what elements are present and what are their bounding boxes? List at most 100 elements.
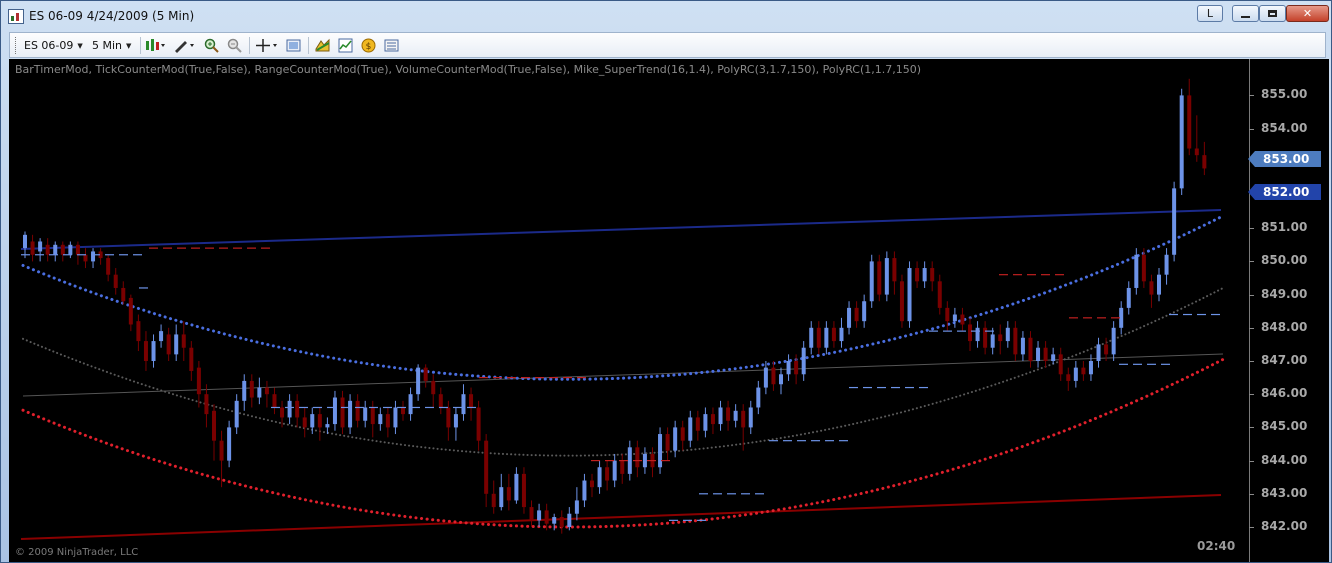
properties-icon[interactable] (286, 38, 301, 53)
candle-body[interactable] (733, 410, 738, 421)
candle-body[interactable] (491, 493, 496, 508)
toolbar-grip[interactable] (15, 37, 19, 54)
candle-body[interactable] (1058, 354, 1063, 375)
candle-body[interactable] (484, 440, 489, 494)
candle-body[interactable] (1028, 337, 1033, 361)
candle-body[interactable] (915, 268, 920, 282)
candle-body[interactable] (1088, 361, 1093, 375)
candle-body[interactable] (1073, 367, 1078, 381)
candle-body[interactable] (801, 347, 806, 375)
candle-body[interactable] (257, 387, 262, 398)
zoom-in-icon[interactable] (204, 38, 219, 53)
candle-body[interactable] (416, 367, 421, 395)
candle-body[interactable] (1043, 347, 1048, 361)
candle-body[interactable] (204, 394, 209, 415)
candle-body[interactable] (710, 414, 715, 425)
candle-body[interactable] (469, 394, 474, 408)
candle-body[interactable] (816, 327, 821, 348)
candle-body[interactable] (438, 394, 443, 408)
candle-body[interactable] (325, 424, 330, 428)
candle-body[interactable] (899, 281, 904, 322)
candle-body[interactable] (113, 274, 118, 288)
candle-body[interactable] (786, 361, 791, 375)
candle-body[interactable] (378, 414, 383, 425)
candle-body[interactable] (862, 301, 867, 322)
candle-body[interactable] (748, 407, 753, 428)
candle-body[interactable] (310, 414, 315, 428)
crosshair-icon[interactable] (255, 38, 279, 53)
candle-body[interactable] (726, 407, 731, 421)
candle-body[interactable] (756, 387, 761, 408)
candle-body[interactable] (38, 241, 43, 252)
candle-body[interactable] (453, 414, 458, 428)
candle-body[interactable] (552, 517, 557, 524)
candle-body[interactable] (892, 258, 897, 282)
candle-body[interactable] (612, 460, 617, 481)
candle-body[interactable] (537, 510, 542, 521)
candle-body[interactable] (355, 400, 360, 421)
candle-body[interactable] (627, 447, 632, 474)
chart-icon[interactable] (338, 38, 353, 53)
candle-body[interactable] (121, 287, 126, 302)
candle-body[interactable] (1164, 254, 1169, 275)
candle-body[interactable] (877, 261, 882, 295)
candle-body[interactable] (695, 417, 700, 431)
candle-body[interactable] (166, 334, 171, 355)
candle-body[interactable] (106, 258, 111, 275)
candle-body[interactable] (673, 427, 678, 451)
candle-body[interactable] (264, 387, 269, 395)
candle-body[interactable] (295, 400, 300, 418)
strategy-icon[interactable] (315, 38, 330, 53)
candle-body[interactable] (227, 427, 232, 461)
candle-body[interactable] (952, 314, 957, 322)
candle-body[interactable] (590, 480, 594, 488)
candle-body[interactable] (506, 487, 511, 501)
candle-body[interactable] (907, 268, 912, 322)
candle-body[interactable] (91, 251, 96, 262)
candle-body[interactable] (1187, 95, 1192, 149)
candle-body[interactable] (272, 394, 277, 408)
candle-body[interactable] (196, 367, 201, 395)
candle-body[interactable] (544, 510, 549, 524)
chart-plot-area[interactable] (9, 59, 1249, 562)
candle-body[interactable] (431, 380, 436, 395)
candle-body[interactable] (975, 327, 980, 342)
candle-body[interactable] (476, 407, 481, 441)
candle-body[interactable] (1179, 95, 1184, 189)
minimize-button[interactable] (1232, 5, 1259, 22)
candle-body[interactable] (1111, 327, 1116, 355)
candle-body[interactable] (1020, 337, 1025, 355)
candle-body[interactable] (847, 307, 852, 328)
candle-body[interactable] (521, 473, 526, 508)
candle-body[interactable] (136, 321, 141, 342)
candle-body[interactable] (23, 234, 27, 249)
orders-icon[interactable]: $ (361, 38, 376, 53)
candle-body[interactable] (53, 244, 58, 255)
candle-body[interactable] (574, 500, 579, 514)
candle-body[interactable] (922, 268, 927, 282)
candle-body[interactable] (1194, 148, 1199, 156)
candle-body[interactable] (1051, 354, 1056, 361)
candle-body[interactable] (1096, 344, 1101, 361)
candle-body[interactable] (1157, 274, 1161, 295)
candle-body[interactable] (794, 361, 799, 375)
candle-body[interactable] (1005, 327, 1010, 342)
candle-body[interactable] (763, 367, 768, 388)
candle-body[interactable] (597, 467, 602, 488)
candle-body[interactable] (779, 374, 783, 385)
instrument-selector[interactable]: ES 06-09 ▼ (24, 37, 83, 54)
candle-body[interactable] (393, 407, 398, 428)
candle-body[interactable] (567, 513, 572, 527)
candle-body[interactable] (423, 367, 428, 381)
maximize-button[interactable] (1259, 5, 1286, 22)
candle-body[interactable] (385, 414, 390, 428)
candle-body[interactable] (1013, 327, 1018, 355)
candle-body[interactable] (1202, 155, 1207, 169)
candle-body[interactable] (83, 254, 88, 262)
candle-body[interactable] (242, 380, 247, 401)
candle-body[interactable] (143, 341, 148, 361)
candle-body[interactable] (658, 434, 663, 468)
candle-body[interactable] (869, 261, 874, 302)
candle-body[interactable] (302, 417, 307, 428)
candle-body[interactable] (945, 307, 950, 322)
